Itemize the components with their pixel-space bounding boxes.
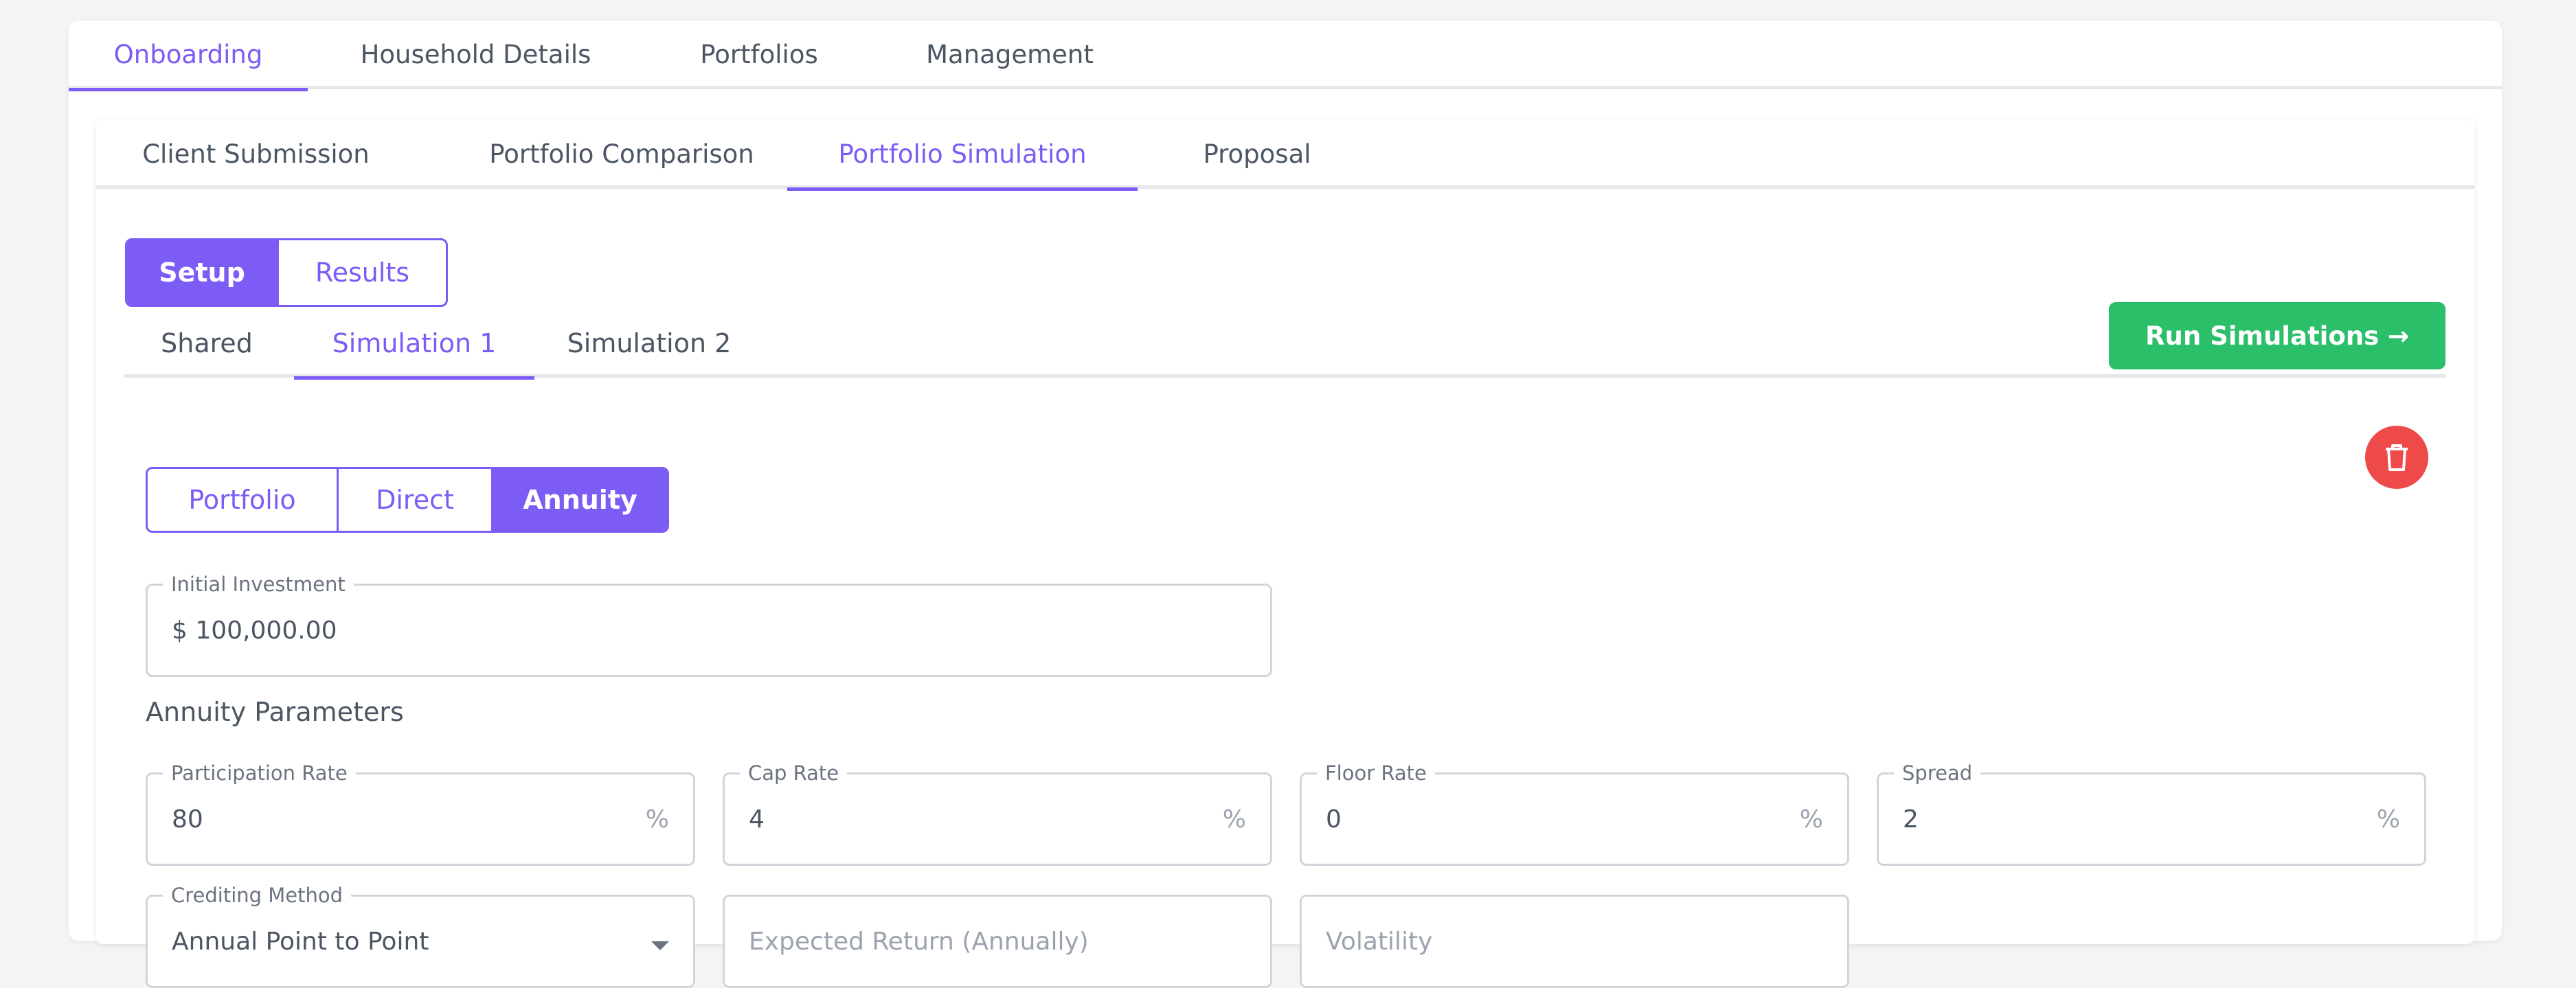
top-tab-bar: Onboarding Household Details Portfolios …: [69, 21, 2502, 91]
simulation-tab-bar: Shared Simulation 1 Simulation 2: [124, 309, 2445, 380]
run-simulations-button[interactable]: Run Simulations →: [2109, 302, 2445, 369]
portfolio-type-button[interactable]: Portfolio: [148, 469, 337, 531]
onboarding-panel: Client Submission Portfolio Comparison P…: [96, 120, 2474, 988]
percent-suffix: %: [645, 805, 669, 834]
floor-rate-value: 0: [1326, 805, 1342, 834]
tab-portfolios[interactable]: Portfolios: [666, 21, 852, 89]
investment-type-toggle: Portfolio Direct Annuity: [146, 467, 669, 533]
cap-rate-value: 4: [749, 805, 765, 834]
cap-rate-field[interactable]: Cap Rate 4 %: [723, 762, 1272, 866]
tab-shared[interactable]: Shared: [124, 309, 290, 378]
spread-value: 2: [1903, 805, 1919, 834]
tab-household-details[interactable]: Household Details: [343, 21, 608, 89]
tab-portfolio-simulation[interactable]: Portfolio Simulation: [787, 120, 1138, 191]
initial-investment-value: $ 100,000.00: [172, 616, 337, 645]
tab-onboarding[interactable]: Onboarding: [69, 21, 308, 91]
chevron-down-icon: [651, 941, 669, 950]
volatility-placeholder: Volatility: [1326, 927, 1433, 956]
setup-button[interactable]: Setup: [127, 240, 277, 305]
sub-tab-bar: Client Submission Portfolio Comparison P…: [96, 120, 2474, 191]
participation-rate-value: 80: [172, 805, 203, 834]
annuity-parameters-heading: Annuity Parameters: [146, 697, 404, 727]
tab-simulation-1[interactable]: Simulation 1: [294, 309, 534, 380]
tab-client-submission[interactable]: Client Submission: [96, 120, 416, 189]
main-card: Onboarding Household Details Portfolios …: [69, 21, 2502, 988]
delete-simulation-button[interactable]: [2365, 426, 2428, 489]
setup-results-toggle: Setup Results: [125, 238, 448, 307]
crediting-method-value: Annual Point to Point: [172, 927, 429, 956]
tab-management[interactable]: Management: [886, 21, 1133, 89]
annuity-type-button[interactable]: Annuity: [491, 469, 667, 531]
expected-return-placeholder: Expected Return (Annually): [749, 927, 1089, 956]
participation-rate-field[interactable]: Participation Rate 80 %: [146, 762, 695, 866]
expected-return-field[interactable]: Expected Return (Annually): [723, 895, 1272, 988]
tab-portfolio-comparison[interactable]: Portfolio Comparison: [450, 120, 793, 189]
results-button[interactable]: Results: [277, 240, 446, 305]
percent-suffix: %: [1799, 805, 1823, 834]
tab-proposal[interactable]: Proposal: [1154, 120, 1360, 189]
percent-suffix: %: [2376, 805, 2400, 834]
initial-investment-field[interactable]: Initial Investment $ 100,000.00: [146, 573, 1272, 677]
spread-field[interactable]: Spread 2 %: [1877, 762, 2426, 866]
floor-rate-field[interactable]: Floor Rate 0 %: [1300, 762, 1849, 866]
percent-suffix: %: [1222, 805, 1246, 834]
tab-simulation-2[interactable]: Simulation 2: [543, 309, 756, 378]
crediting-method-select[interactable]: Crediting Method Annual Point to Point: [146, 884, 695, 988]
direct-type-button[interactable]: Direct: [337, 469, 491, 531]
trash-icon: [2386, 444, 2408, 471]
volatility-field[interactable]: Volatility: [1300, 895, 1849, 988]
